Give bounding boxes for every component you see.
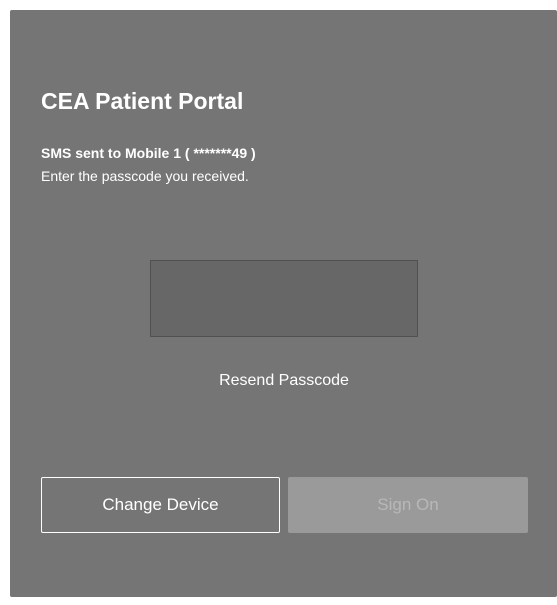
sms-sent-notice: SMS sent to Mobile 1 ( *******49 ) xyxy=(41,145,256,161)
change-device-label: Change Device xyxy=(102,495,219,514)
resend-passcode-link[interactable]: Resend Passcode xyxy=(150,372,418,390)
change-device-button[interactable]: Change Device xyxy=(41,477,280,533)
page-title: CEA Patient Portal xyxy=(41,88,244,114)
passcode-input[interactable] xyxy=(150,260,418,337)
sign-on-label: Sign On xyxy=(377,495,439,514)
sign-on-button[interactable]: Sign On xyxy=(288,477,528,533)
login-panel: CEA Patient Portal SMS sent to Mobile 1 … xyxy=(10,10,557,597)
passcode-instruction: Enter the passcode you received. xyxy=(41,168,249,184)
